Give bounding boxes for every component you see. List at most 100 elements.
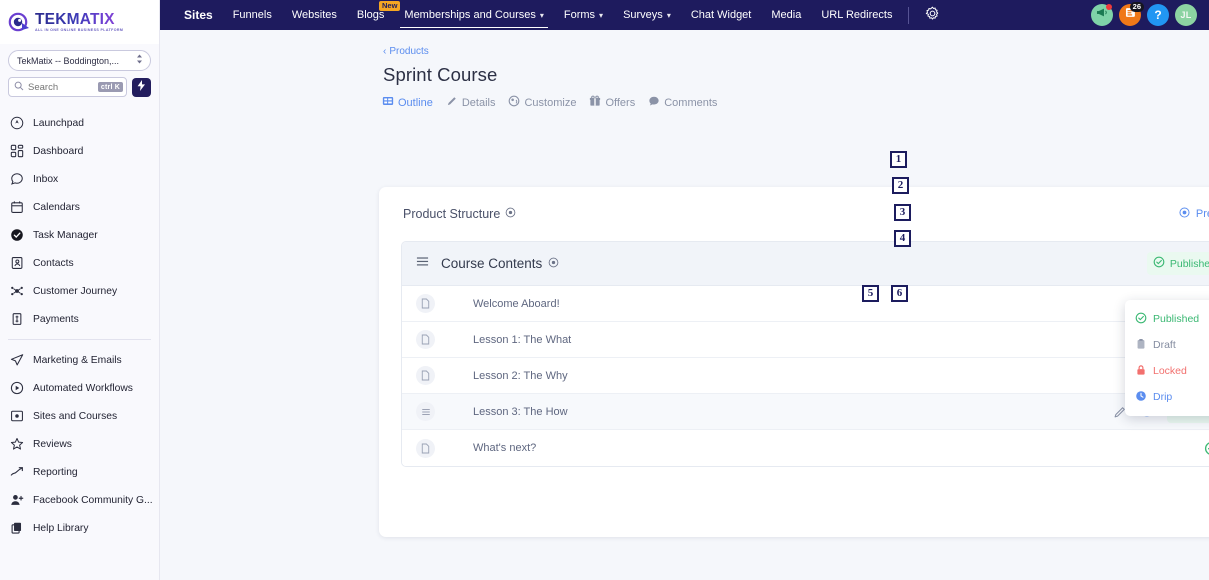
dropdown-item-drip[interactable]: Drip — [1125, 384, 1209, 410]
document-icon — [416, 366, 435, 385]
settings-button[interactable] — [915, 0, 950, 30]
tab-label: Comments — [664, 96, 718, 109]
topnav-label: Forms — [563, 9, 596, 21]
dropdown-item-draft[interactable]: Draft — [1125, 332, 1209, 358]
annotation-badge-6: 6 — [891, 285, 908, 302]
row-title: Lesson 1: The What — [473, 333, 572, 346]
table-row[interactable]: Welcome Aboard! — [402, 286, 1209, 322]
user-plus-icon — [9, 493, 24, 508]
dropdown-item-locked[interactable]: Locked — [1125, 358, 1209, 384]
sidebar-item-help-library[interactable]: Help Library — [0, 514, 159, 542]
sidebar-label: Payments — [33, 313, 79, 325]
topnav-item-surveys[interactable]: Surveys ▾ — [613, 0, 681, 30]
table-row[interactable]: What's next? — [402, 430, 1209, 466]
question-mark-icon: ? — [1154, 8, 1162, 22]
sidebar-item-marketing-emails[interactable]: Marketing & Emails — [0, 346, 159, 374]
chevron-down-icon: ▾ — [539, 10, 544, 20]
sidebar-item-reporting[interactable]: Reporting — [0, 458, 159, 486]
topnav-label: Funnels — [232, 9, 272, 21]
card-actions: Preview — [1178, 205, 1209, 224]
tab-comments[interactable]: Comments — [648, 95, 717, 110]
info-icon[interactable] — [548, 256, 559, 271]
topnav-item-sites[interactable]: Sites — [174, 0, 223, 30]
table-row[interactable]: Lesson 1: The What — [402, 322, 1209, 358]
topnav-item-media[interactable]: Media — [761, 0, 811, 30]
dropdown-item-published[interactable]: Published — [1125, 306, 1209, 332]
row-published-check-icon[interactable] — [1204, 441, 1209, 456]
topnav-item-url-redirects[interactable]: URL Redirects — [811, 0, 902, 30]
sidebar-item-inbox[interactable]: Inbox — [0, 165, 159, 193]
chevron-down-icon: ▾ — [599, 10, 604, 20]
table-row[interactable]: Lesson 2: The Why — [402, 358, 1209, 394]
search-input[interactable] — [28, 81, 94, 93]
row-title: Lesson 2: The Why — [473, 369, 568, 382]
gift-icon — [589, 95, 601, 110]
drag-handle-icon[interactable] — [416, 255, 429, 273]
section-status-dropdown[interactable]: Published ▾ — [1146, 252, 1209, 275]
sidebar-item-payments[interactable]: Payments — [0, 305, 159, 333]
sidebar-label: Reporting — [33, 466, 78, 478]
sidebar-item-sites-and-courses[interactable]: Sites and Courses — [0, 402, 159, 430]
topnav-item-memberships-and-courses[interactable]: Memberships and Courses ▾ — [394, 0, 553, 30]
comment-icon — [648, 95, 660, 110]
avatar[interactable]: JL — [1175, 4, 1197, 26]
chevron-down-icon: ▾ — [666, 10, 671, 20]
sidebar-item-contacts[interactable]: Contacts — [0, 249, 159, 277]
sidebar-item-dashboard[interactable]: Dashboard — [0, 137, 159, 165]
annotation-badge-3: 3 — [894, 204, 911, 221]
account-switcher-row: TekMatix -- Boddington,... — [0, 44, 159, 71]
sidebar-label: Launchpad — [33, 117, 84, 129]
table-row[interactable]: Lesson 3: The How — [402, 394, 1209, 430]
sidebar-label: Inbox — [33, 173, 59, 185]
chat-bubble-icon — [9, 172, 24, 187]
logo-wordmark: TEKMATIX — [35, 12, 123, 28]
row-title: Welcome Aboard! — [473, 297, 560, 310]
tab-customize[interactable]: Customize — [508, 95, 576, 110]
sidebar-item-reviews[interactable]: Reviews — [0, 430, 159, 458]
search-box[interactable]: ctrl K — [8, 77, 127, 97]
sidebar-item-task-manager[interactable]: Task Manager — [0, 221, 159, 249]
topnav-item-funnels[interactable]: Funnels — [223, 0, 282, 30]
sidebar-item-calendars[interactable]: Calendars — [0, 193, 159, 221]
topnav-item-blogs[interactable]: Blogs New — [347, 0, 401, 30]
sidebar-item-facebook-community[interactable]: Facebook Community G... — [0, 486, 159, 514]
quick-action-button[interactable] — [132, 77, 151, 97]
journey-icon — [9, 284, 24, 299]
preview-label: Preview — [1195, 208, 1209, 220]
avatar-initials: JL — [1180, 10, 1192, 20]
sidebar-item-customer-journey[interactable]: Customer Journey — [0, 277, 159, 305]
help-button[interactable]: ? — [1147, 4, 1169, 26]
card-title: Product Structure — [403, 207, 516, 221]
topnav-item-forms[interactable]: Forms ▾ — [554, 0, 613, 30]
sidebar-item-automated-workflows[interactable]: Automated Workflows — [0, 374, 159, 402]
document-icon — [416, 330, 435, 349]
account-switcher[interactable]: TekMatix -- Boddington,... — [8, 50, 151, 71]
sidebar-label: Dashboard — [33, 145, 84, 157]
trend-up-icon — [9, 465, 24, 480]
page-title: Sprint Course — [383, 64, 498, 85]
tasks-button[interactable]: 26 — [1119, 2, 1144, 26]
sidebar-label: Calendars — [33, 201, 80, 213]
tab-outline[interactable]: Outline — [382, 95, 433, 110]
section-title: Course Contents — [441, 256, 559, 271]
breadcrumb[interactable]: ‹ Products — [383, 46, 429, 57]
card-title-label: Product Structure — [403, 207, 501, 221]
info-icon[interactable] — [505, 207, 516, 221]
topnav-item-chat-widget[interactable]: Chat Widget — [681, 0, 762, 30]
sidebar-item-launchpad[interactable]: Launchpad — [0, 109, 159, 137]
announcements-button[interactable] — [1091, 4, 1113, 26]
course-contents-section: Course Contents Published ▾ — [401, 241, 1209, 467]
topnav-label: Sites — [184, 8, 213, 22]
status-dropdown-menu: Published Draft Locked Drip — [1125, 300, 1209, 416]
tab-label: Details — [461, 96, 496, 109]
topnav-item-websites[interactable]: Websites — [282, 0, 347, 30]
tab-details[interactable]: Details — [446, 95, 496, 110]
topnav-label: Media — [771, 9, 802, 21]
rocket-icon — [9, 116, 24, 131]
breadcrumb-label: Products — [389, 46, 429, 57]
tab-offers[interactable]: Offers — [589, 95, 635, 110]
topnav-label: Memberships and Courses — [404, 9, 536, 21]
preview-button[interactable]: Preview — [1178, 206, 1209, 222]
drag-handle-icon[interactable] — [416, 402, 435, 421]
app-logo[interactable]: TEKMATIX ALL IN ONE ONLINE BUSINESS PLAT… — [0, 0, 159, 44]
